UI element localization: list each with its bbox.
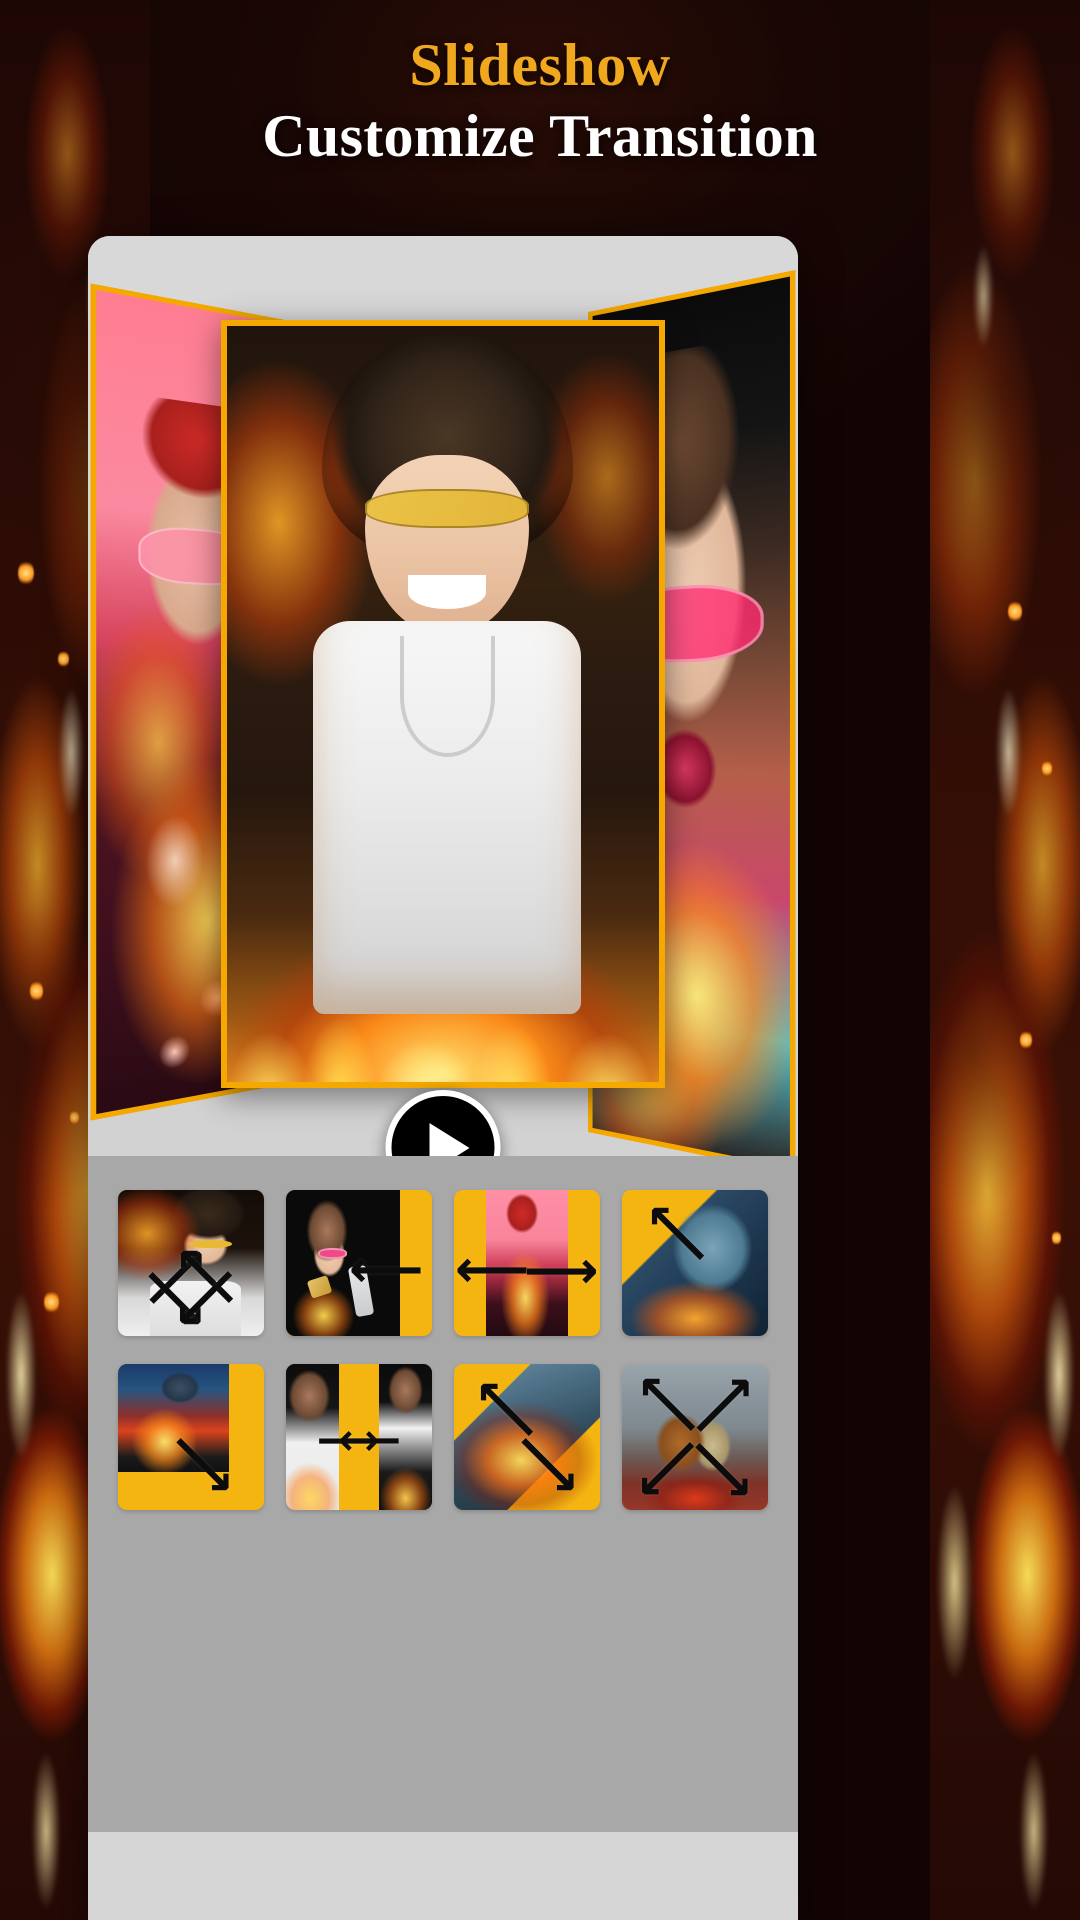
transition-item-close-horizontal[interactable]: ⟶ ⟶ [286, 1364, 432, 1510]
transition-item-zoom-in[interactable]: ⟶ ⟶ ⟶ ⟶ [118, 1190, 264, 1336]
play-icon [429, 1122, 469, 1156]
transition-item-diagonal-wipe[interactable]: ⟶ ⟶ [454, 1364, 600, 1510]
transition-item-slide-up-left[interactable]: ⟶ [622, 1190, 768, 1336]
transition-item-slide-down-right[interactable]: ⟶ [118, 1364, 264, 1510]
background-fire-right [930, 0, 1080, 1920]
page-title-primary: Slideshow [409, 32, 671, 98]
transition-item-zoom-out[interactable]: ⟶ ⟶ ⟶ ⟶ [622, 1364, 768, 1510]
transition-grid-panel: ⟶ ⟶ ⟶ ⟶ ⟶ ⟶ ⟶ ⟶ ⟶ ⟶ ⟶ ⟶ ⟶ ⟶ ⟶ ⟶ ⟶ [88, 1156, 798, 1920]
transition-item-slide-left[interactable]: ⟶ [286, 1190, 432, 1336]
preview-slide-center[interactable] [221, 320, 665, 1088]
app-window: ⟶ ⟶ ⟶ ⟶ ⟶ ⟶ ⟶ ⟶ ⟶ ⟶ ⟶ ⟶ ⟶ ⟶ ⟶ ⟶ ⟶ [88, 236, 798, 1920]
page-title-secondary: Customize Transition [262, 103, 818, 169]
bottom-strip [88, 1832, 798, 1920]
slideshow-preview[interactable] [88, 236, 798, 1156]
app-screenshot: Slideshow Customize Transition ⟶ ⟶ ⟶ ⟶ ⟶… [0, 0, 1080, 1920]
header: Slideshow Customize Transition [0, 34, 1080, 170]
transition-grid: ⟶ ⟶ ⟶ ⟶ ⟶ ⟶ ⟶ ⟶ ⟶ ⟶ ⟶ ⟶ ⟶ ⟶ ⟶ ⟶ ⟶ [118, 1190, 768, 1510]
transition-item-split-horizontal[interactable]: ⟶ ⟶ [454, 1190, 600, 1336]
play-button[interactable] [385, 1090, 501, 1156]
